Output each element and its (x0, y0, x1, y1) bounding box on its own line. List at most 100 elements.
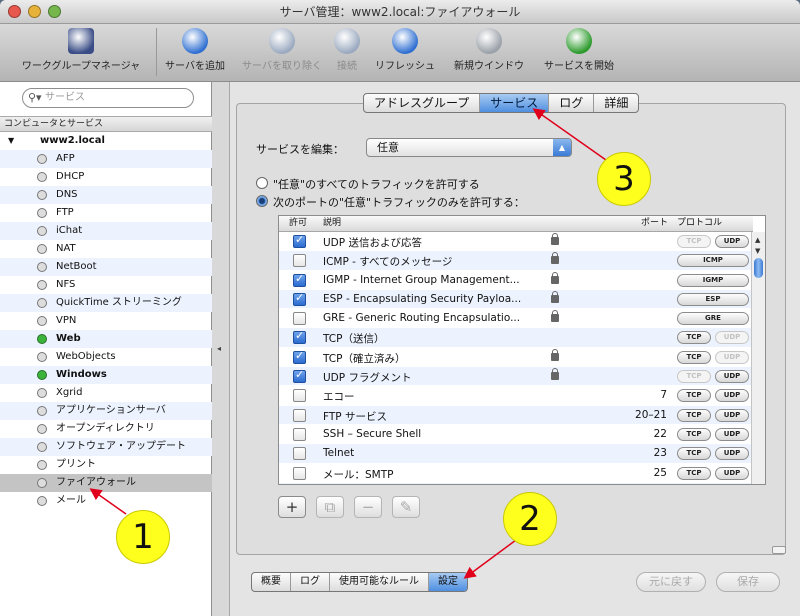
allow-checkbox[interactable] (293, 349, 306, 364)
tab-3[interactable]: 詳細 (594, 94, 638, 112)
table-row[interactable]: SSH – Secure Shell 22 TCP UDP (279, 425, 753, 445)
allow-checkbox[interactable] (293, 291, 306, 306)
toolbar-connect-button[interactable]: 接続 (330, 28, 364, 72)
sidebar-item[interactable]: NFS (0, 276, 212, 294)
table-row[interactable]: メール：SMTP 25 TCP UDP (279, 464, 753, 483)
table-row[interactable]: ESP - Encapsulating Security Payloa... ES… (279, 289, 753, 310)
allow-checkbox[interactable] (293, 466, 306, 480)
disclosure-triangle-icon[interactable]: ▼ (8, 132, 14, 150)
sidebar-item-label: iChat (56, 225, 83, 236)
allow-checkbox[interactable] (293, 312, 306, 326)
revert-button[interactable]: 元に戻す (636, 572, 706, 592)
table-scrollbar[interactable]: ▲ ▼ (751, 232, 765, 484)
allow-checkbox[interactable] (293, 447, 306, 461)
allow-checkbox[interactable] (293, 427, 306, 441)
radio-allow-all[interactable] (256, 177, 268, 189)
search-input[interactable]: ⚲▾ サービス (22, 88, 194, 108)
sidebar-item[interactable]: WebObjects (0, 348, 212, 366)
sidebar-item[interactable]: NetBoot (0, 258, 212, 276)
sidebar-item[interactable]: FTP (0, 204, 212, 222)
edit-rule-button[interactable]: ✎ (392, 496, 420, 518)
table-row[interactable]: TCP（確立済み） TCP UDP (279, 348, 753, 368)
connect-icon (334, 28, 360, 54)
sidebar-item[interactable]: ファイアウォール (0, 474, 212, 492)
row-description: IGMP - Internet Group Management... (323, 273, 520, 286)
settings-tabs: アドレスグループ サービス ログ 詳細 (363, 93, 640, 113)
allow-checkbox[interactable] (293, 233, 306, 248)
tab-0[interactable]: アドレスグループ (364, 94, 481, 112)
toolbar-new-window-button[interactable]: 新規ウインドウ (448, 28, 530, 72)
remove-rule-button[interactable]: − (354, 496, 382, 518)
sidebar-item-label: メール (56, 495, 86, 506)
scroll-thumb[interactable] (754, 258, 763, 278)
add-rule-button[interactable]: + (278, 496, 306, 518)
table-row[interactable]: UDP 送信および応答 TCP UDP (279, 232, 753, 252)
sidebar-item[interactable]: Xgrid (0, 384, 212, 402)
service-status-icon (37, 388, 47, 398)
service-group-popup[interactable]: 任意 ▲ (366, 138, 572, 157)
server-row[interactable]: ▼ www2.local (0, 132, 212, 150)
zoom-window-button[interactable] (48, 5, 61, 18)
bottom-tab-2[interactable]: 使用可能なルール (330, 573, 429, 591)
scroll-down-icon[interactable]: ▼ (755, 247, 760, 255)
sidebar-item[interactable]: QuickTime ストリーミング (0, 294, 212, 312)
sidebar-item[interactable]: プリント (0, 456, 212, 474)
table-row[interactable]: TCP（送信） TCP UDP (279, 328, 753, 348)
sidebar-item[interactable]: DHCP (0, 168, 212, 186)
sidebar-item[interactable]: AFP (0, 150, 212, 168)
allow-checkbox[interactable] (293, 329, 306, 345)
close-window-button[interactable] (8, 5, 21, 18)
sidebar-item[interactable]: Windows (0, 366, 212, 384)
sidebar-item[interactable]: Web (0, 330, 212, 348)
table-row[interactable]: UDP フラグメント TCP UDP (279, 367, 753, 387)
sidebar-item[interactable]: NAT (0, 240, 212, 258)
sidebar-item[interactable]: ソフトウェア・アップデート (0, 438, 212, 456)
toolbar: ワークグループマネージャ サーバを追加 サーバを取り除く 接続 リフレッシュ 新規ウインド… (0, 24, 800, 82)
allow-checkbox[interactable] (293, 389, 306, 403)
col-allow[interactable]: 許可 (289, 216, 307, 231)
resize-grip-icon[interactable] (772, 546, 786, 554)
sidebar-item-label: VPN (56, 315, 77, 326)
radio-allow-ports[interactable] (256, 195, 268, 207)
col-protocol[interactable]: プロトコル (677, 216, 722, 231)
split-view-divider[interactable]: ◂ (212, 82, 230, 616)
toolbar-remove-server-button[interactable]: サーバを取り除く (236, 28, 328, 72)
toolbar-start-service-button[interactable]: サービスを開始 (536, 28, 622, 72)
table-row[interactable]: Telnet 23 TCP UDP (279, 444, 753, 464)
save-button[interactable]: 保存 (716, 572, 780, 592)
table-row[interactable]: FTP サービス 20–21 TCP UDP (279, 405, 753, 425)
col-description[interactable]: 説明 (323, 216, 341, 231)
table-row[interactable]: エコー 7 TCP UDP (279, 386, 753, 406)
toolbar-add-server-button[interactable]: サーバを追加 (160, 28, 230, 72)
scroll-up-icon[interactable]: ▲ (755, 236, 760, 244)
sidebar-item[interactable]: VPN (0, 312, 212, 330)
allow-checkbox[interactable] (293, 272, 306, 287)
sidebar-item[interactable]: アプリケーションサーバ (0, 402, 212, 420)
table-row[interactable]: IGMP - Internet Group Management... IGMP (279, 271, 753, 290)
sidebar-item[interactable]: オープンディレクトリ (0, 420, 212, 438)
toolbar-workgroup-manager-button[interactable]: ワークグループマネージャ (10, 28, 152, 72)
allow-checkbox[interactable] (293, 368, 306, 384)
sidebar-item[interactable]: メール (0, 492, 212, 510)
table-row[interactable]: GRE - Generic Routing Encapsulatio... GRE (279, 309, 753, 329)
row-port: 20–21 (635, 408, 667, 421)
sidebar-item[interactable]: DNS (0, 186, 212, 204)
bottom-tab-1[interactable]: ログ (291, 573, 330, 591)
table-row[interactable]: ICMP - すべてのメッセージ ICMP (279, 251, 753, 271)
bottom-tab-3[interactable]: 設定 (429, 573, 467, 591)
service-list: ▼ www2.local AFP DHCP DNS FTP iChat NAT NetBoot N… (0, 132, 212, 510)
allow-checkbox[interactable] (293, 254, 306, 268)
minimize-window-button[interactable] (28, 5, 41, 18)
tab-2[interactable]: ログ (549, 94, 595, 112)
toolbar-refresh-button[interactable]: リフレッシュ (370, 28, 440, 72)
tab-1[interactable]: サービス (480, 94, 550, 112)
sidebar-item-label: ソフトウェア・アップデート (56, 441, 186, 452)
allow-checkbox[interactable] (293, 408, 306, 422)
col-port[interactable]: ポート (641, 216, 668, 231)
table-row[interactable]: TCPUDP (279, 482, 753, 484)
duplicate-rule-button[interactable]: ⧉ (316, 496, 344, 518)
sidebar-item[interactable]: iChat (0, 222, 212, 240)
sidebar: ⚲▾ サービス コンピュータとサービス ▼ www2.local AFP DHCP DN… (0, 82, 212, 616)
bottom-tab-0[interactable]: 概要 (252, 573, 291, 591)
toolbar-label: サーバを追加 (165, 61, 225, 72)
